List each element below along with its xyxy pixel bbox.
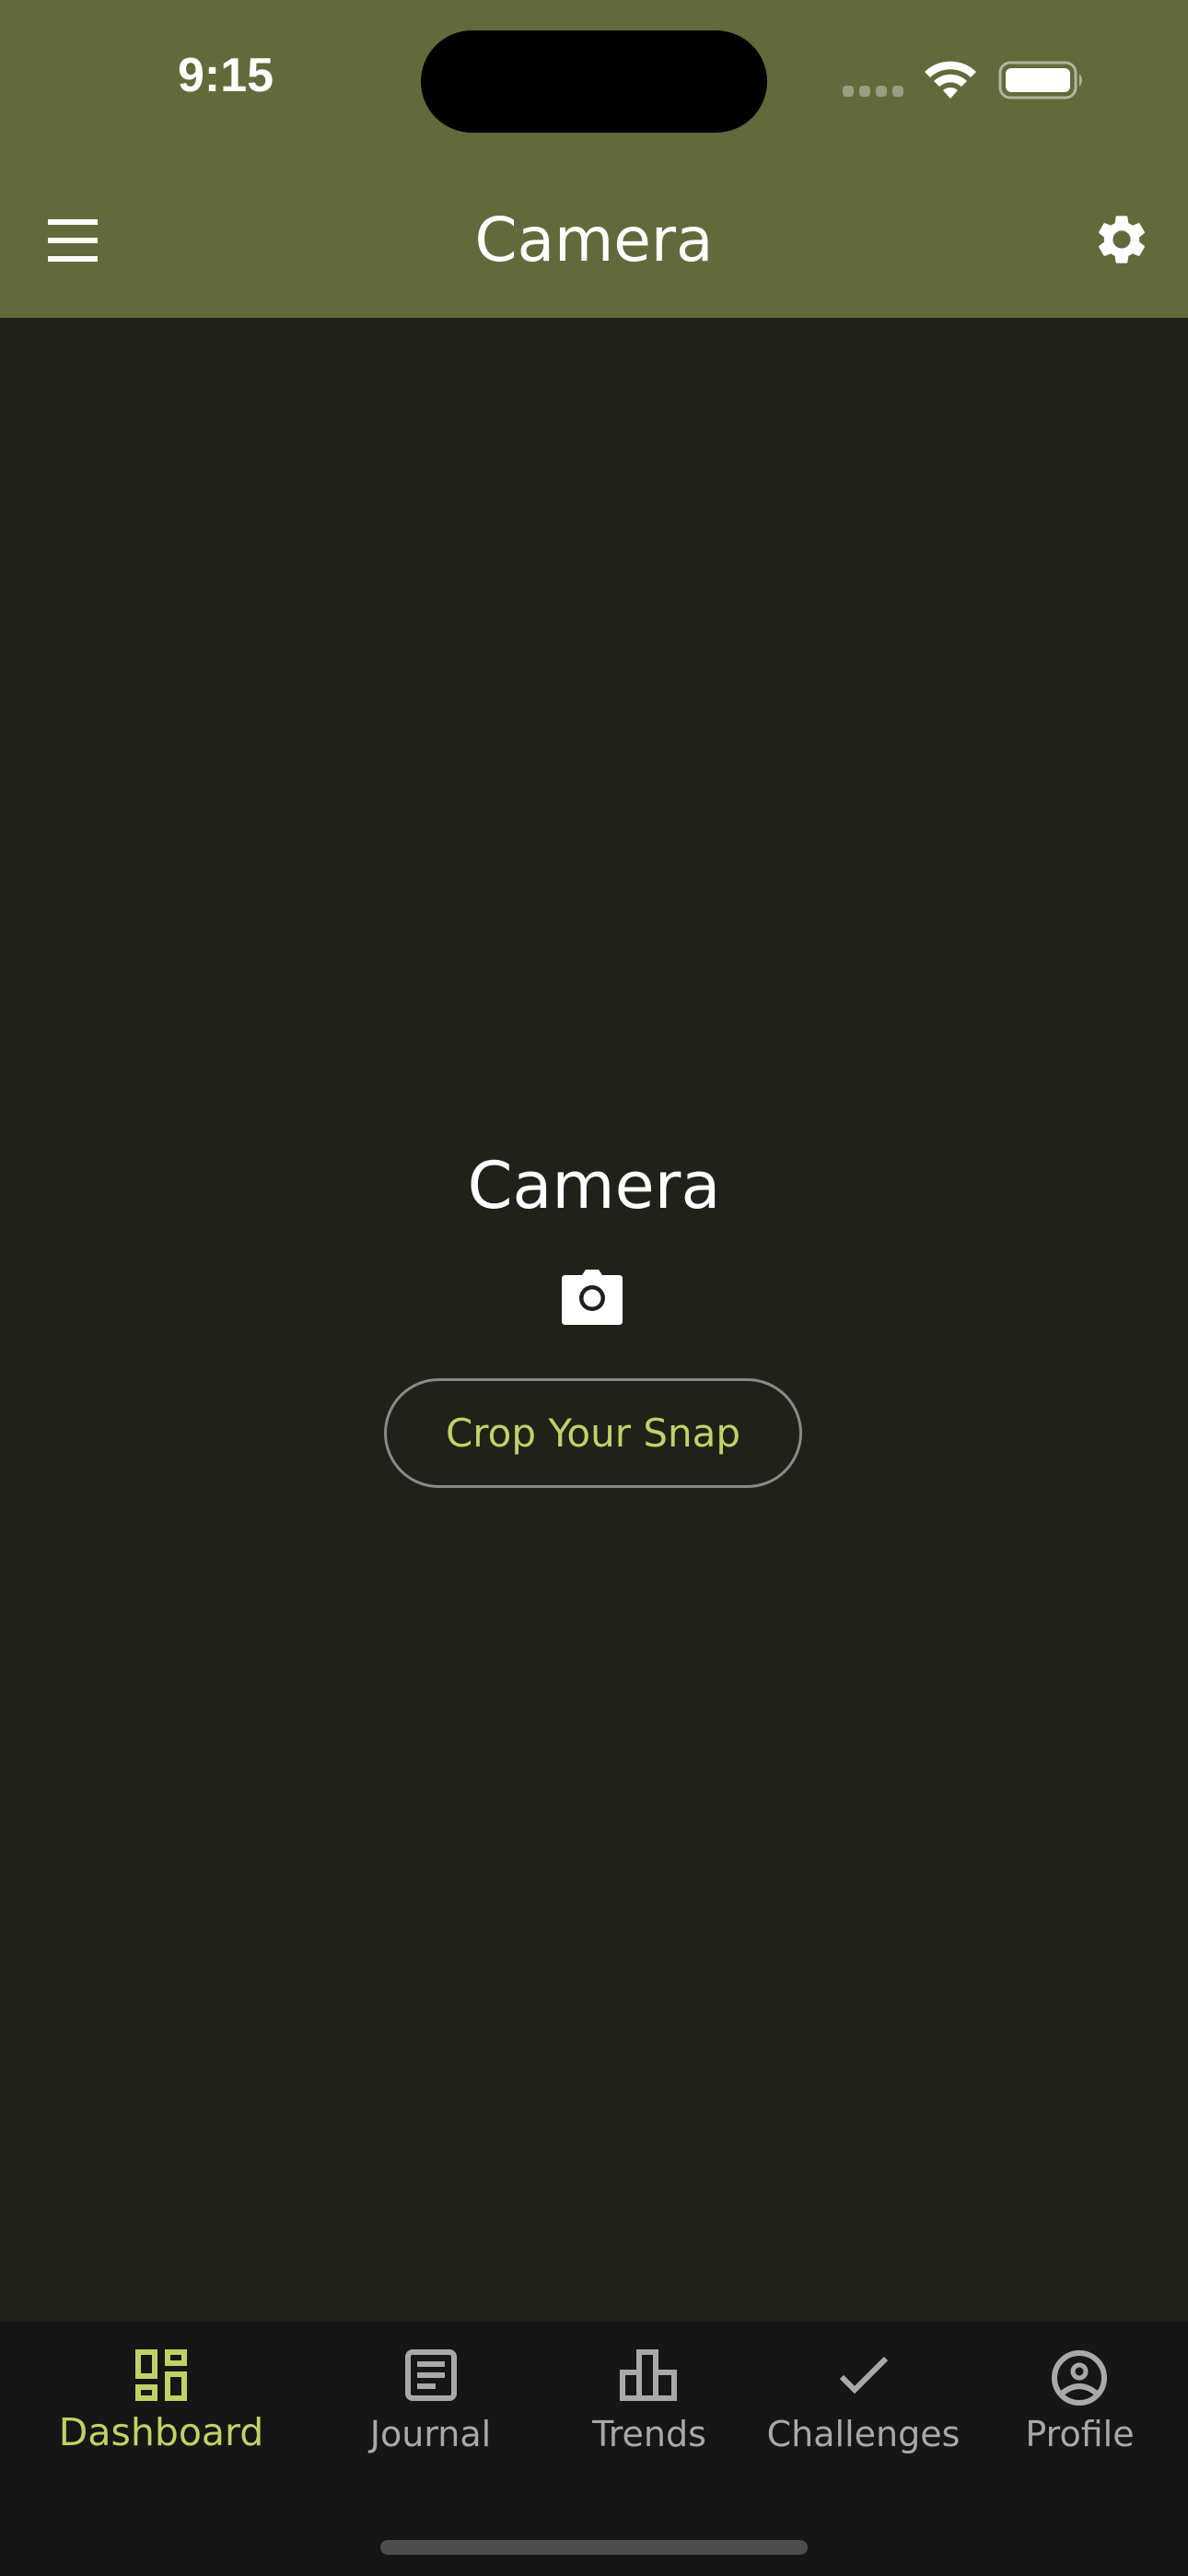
- nav-label-challenges: Challenges: [766, 2414, 961, 2454]
- nav-item-trends[interactable]: Trends: [571, 2322, 728, 2488]
- header: 9:15 Camera: [0, 0, 1188, 318]
- camera-icon: [562, 1270, 623, 1325]
- nav-item-challenges[interactable]: Challenges: [764, 2322, 962, 2488]
- gear-icon: [1099, 216, 1145, 263]
- battery-icon: [998, 61, 1082, 100]
- nav-label-journal: Journal: [369, 2414, 492, 2454]
- nav-item-dashboard[interactable]: Dashboard: [51, 2322, 272, 2488]
- nav-item-journal[interactable]: Journal: [345, 2322, 516, 2488]
- dynamic-island: [421, 30, 767, 133]
- checkmark-icon: [839, 2356, 889, 2395]
- app-bar-title: Camera: [474, 205, 714, 275]
- nav-label-trends: Trends: [592, 2414, 706, 2454]
- status-time: 9:15: [177, 49, 274, 102]
- crop-your-snap-button[interactable]: Crop Your Snap: [384, 1378, 802, 1488]
- journal-icon: [405, 2349, 457, 2401]
- main-title: Camera: [467, 1148, 721, 1224]
- dashboard-icon: [135, 2349, 187, 2401]
- nav-label-dashboard: Dashboard: [58, 2410, 264, 2454]
- account-circle-icon: [1052, 2350, 1107, 2406]
- settings-button[interactable]: [1092, 210, 1151, 269]
- camera-screen: 9:15 Camera Camera Crop Your Snap Dashbo…: [0, 0, 1188, 2576]
- nav-item-profile[interactable]: Profile: [1013, 2322, 1147, 2488]
- wifi-icon: [925, 61, 976, 99]
- nav-label-profile: Profile: [1025, 2414, 1135, 2454]
- bottom-nav: Dashboard Journal Trends Challenges Prof…: [0, 2322, 1188, 2576]
- signal-icon: [843, 86, 903, 97]
- bar-chart-icon: [620, 2349, 677, 2401]
- home-indicator[interactable]: [380, 2540, 808, 2555]
